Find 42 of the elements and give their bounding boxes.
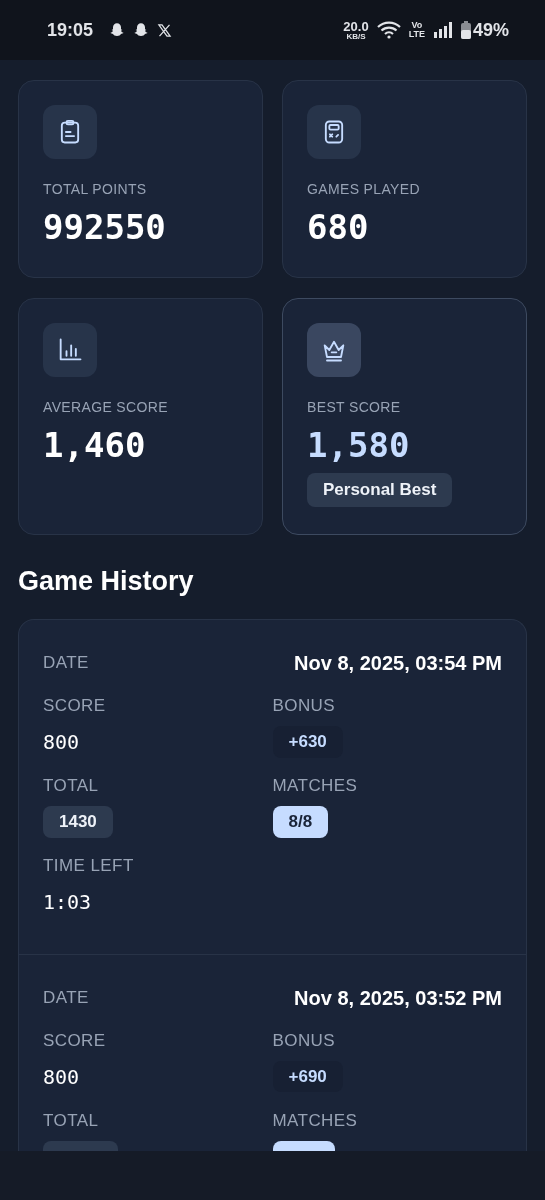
volte-label: LTE: [408, 30, 425, 39]
stat-value: 1,460: [43, 425, 147, 465]
bonus-badge: +630: [272, 726, 343, 758]
volte-label: Vo: [411, 21, 423, 30]
stat-label: BEST SCORE: [307, 398, 402, 417]
field-label: TOTAL: [43, 1109, 100, 1132]
net-speed: 20.0: [343, 19, 369, 33]
score-value: 800: [43, 729, 81, 756]
section-title: Game History: [18, 565, 195, 598]
stat-value: 992550: [43, 207, 167, 247]
bonus-badge: +690: [272, 1060, 343, 1092]
field-label: MATCHES: [272, 775, 359, 797]
ghost-icon: [109, 22, 126, 38]
clock: 19:05: [47, 18, 94, 42]
matches-badge: 8/8: [272, 806, 329, 838]
stat-label: GAMES PLAYED: [307, 180, 421, 199]
field-label: BONUS: [272, 695, 337, 717]
time-left-value: 1:03: [43, 888, 93, 916]
game-date: Nov 8, 2025, 03:54 PM: [294, 651, 502, 676]
personal-best-badge: Personal Best: [307, 473, 453, 507]
battery-icon: [460, 21, 471, 39]
field-label: SCORE: [43, 1029, 107, 1052]
stat-label: TOTAL POINTS: [43, 180, 148, 199]
net-unit: KB/S: [346, 32, 366, 41]
game-date: Nov 8, 2025, 03:52 PM: [294, 985, 502, 1011]
field-label: BONUS: [272, 1029, 337, 1052]
ghost-icon: [133, 22, 150, 38]
stat-value: 680: [307, 207, 370, 247]
stat-value: 1,580: [307, 425, 411, 465]
score-value: 800: [43, 1063, 81, 1091]
signal-icon: [432, 22, 453, 38]
field-label: DATE: [43, 986, 89, 1009]
stat-label: AVERAGE SCORE: [43, 398, 169, 417]
field-label: TIME LEFT: [43, 854, 135, 877]
wifi-icon: [376, 21, 401, 39]
field-label: MATCHES: [272, 1109, 359, 1132]
field-label: DATE: [43, 652, 89, 675]
battery-percent: 49%: [472, 18, 509, 42]
total-badge: 1430: [43, 806, 113, 838]
field-label: TOTAL: [43, 775, 100, 797]
field-label: SCORE: [43, 695, 107, 717]
x-logo-icon: [157, 22, 173, 38]
